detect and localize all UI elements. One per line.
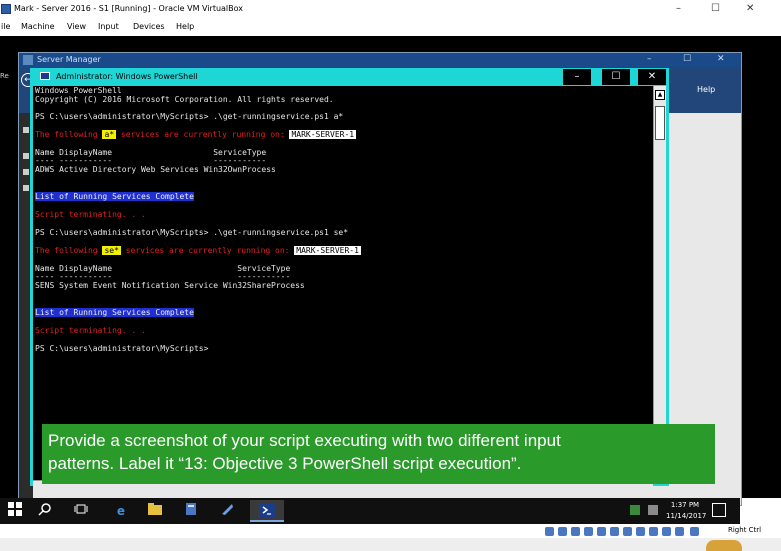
- vbox-status-bar: Right Ctrl: [0, 524, 781, 538]
- scroll-up-icon[interactable]: ▲: [655, 90, 665, 100]
- task-view-icon[interactable]: [70, 502, 92, 520]
- console-line: List of Running Services Complete: [35, 192, 194, 202]
- cpu-icon[interactable]: [649, 527, 658, 536]
- edge-label: Re: [0, 72, 9, 80]
- vbox-minimize-button[interactable]: –: [676, 3, 681, 14]
- hostname-highlight: MARK-SERVER-1: [289, 130, 357, 139]
- powershell-icon: [40, 72, 50, 80]
- menu-view[interactable]: View: [67, 22, 86, 31]
- display-icon[interactable]: [623, 527, 632, 536]
- windows-start-icon[interactable]: [4, 502, 26, 520]
- clock-date: 11/14/2017: [666, 512, 707, 520]
- annotation-line-1: Provide a screenshot of your script exec…: [48, 431, 561, 450]
- console-line: Script terminating. . .: [35, 326, 146, 335]
- console-prompt: PS C:\users\administrator\MyScripts>: [35, 344, 209, 353]
- hostname-highlight: MARK-SERVER-1: [294, 246, 361, 255]
- network-adapter-icon[interactable]: [584, 527, 593, 536]
- hard-disk-icon[interactable]: [545, 527, 554, 536]
- vbox-close-button[interactable]: ✕: [746, 3, 754, 14]
- taskbar-clock[interactable]: 1:37 PM 11/14/2017: [666, 500, 707, 522]
- sm-nav-item[interactable]: [23, 153, 29, 159]
- usb-icon[interactable]: [597, 527, 606, 536]
- menu-machine[interactable]: Machine: [21, 22, 55, 31]
- output-text: services are currently running on:: [116, 130, 290, 139]
- ps-close-button[interactable]: ✕: [638, 69, 666, 85]
- console-line: Copyright (C) 2016 Microsoft Corporation…: [35, 95, 334, 104]
- vbox-menu-bar: ile Machine View Input Devices Help: [0, 20, 781, 36]
- scroll-thumb[interactable]: [655, 106, 665, 140]
- sm-nav-item[interactable]: [23, 127, 29, 133]
- vbox-window-title: Mark - Server 2016 - S1 [Running] - Orac…: [14, 4, 244, 13]
- output-text: services are currently running on:: [120, 246, 295, 255]
- ps-maximize-button[interactable]: ☐: [602, 69, 630, 85]
- powershell-title: Administrator: Windows PowerShell: [56, 72, 198, 81]
- menu-help[interactable]: Help: [176, 22, 194, 31]
- assignment-annotation: Provide a screenshot of your script exec…: [42, 424, 715, 484]
- pattern-highlight: a*: [102, 130, 117, 139]
- sm-minimize-button[interactable]: –: [647, 54, 652, 64]
- console-line: Script terminating. . .: [35, 210, 146, 219]
- vbox-maximize-button[interactable]: ☐: [711, 3, 720, 14]
- server-manager-icon: [23, 55, 33, 65]
- server-manager-title-bar: Server Manager – ☐ ✕: [19, 53, 741, 67]
- output-text: The following: [35, 130, 103, 139]
- virtualbox-icon: [1, 4, 11, 14]
- console-line: List of Running Services Complete: [35, 308, 194, 318]
- search-icon[interactable]: [34, 502, 56, 520]
- powershell-vertical-scrollbar[interactable]: ▲ ▼: [653, 86, 666, 480]
- ps-minimize-button[interactable]: –: [563, 69, 591, 85]
- table-row: ADWS Active Directory Web Services Win32…: [35, 165, 276, 174]
- server-manager-title: Server Manager: [37, 55, 101, 64]
- recording-icon[interactable]: [636, 527, 645, 536]
- menu-input[interactable]: Input: [98, 22, 119, 31]
- keyboard-icon[interactable]: [675, 527, 684, 536]
- powershell-icon: [259, 504, 275, 517]
- sm-close-button[interactable]: ✕: [717, 54, 725, 64]
- output-text: The following: [35, 246, 103, 255]
- volume-icon[interactable]: [648, 505, 658, 515]
- audio-icon[interactable]: [571, 527, 580, 536]
- sm-nav-item[interactable]: [23, 185, 29, 191]
- optical-drive-icon[interactable]: [558, 527, 567, 536]
- sm-maximize-button[interactable]: ☐: [683, 54, 691, 64]
- mouse-integration-icon[interactable]: [662, 527, 671, 536]
- complete-highlight: List of Running Services Complete: [35, 308, 194, 317]
- desktop-bottom-strip: [0, 538, 781, 551]
- file-explorer-icon[interactable]: [144, 502, 166, 520]
- server-manager-icon[interactable]: [180, 502, 202, 520]
- console-command: PS C:\users\administrator\MyScripts> .\g…: [35, 112, 344, 121]
- sm-nav-item[interactable]: [23, 169, 29, 175]
- sm-help-menu[interactable]: Help: [697, 85, 715, 94]
- network-icon[interactable]: [630, 505, 640, 515]
- mascot-image: [706, 540, 742, 551]
- table-row: SENS System Event Notification Service W…: [35, 281, 305, 290]
- vbox-title-bar: Mark - Server 2016 - S1 [Running] - Orac…: [0, 0, 781, 20]
- console-line: The following se* services are currently…: [35, 246, 361, 256]
- windows-taskbar: e 1:37 PM 11/14/2017: [0, 498, 740, 524]
- shared-folder-icon[interactable]: [610, 527, 619, 536]
- complete-highlight: List of Running Services Complete: [35, 192, 194, 201]
- host-key-icon[interactable]: [690, 527, 699, 536]
- pattern-highlight: se*: [102, 246, 121, 255]
- powershell-title-bar: Administrator: Windows PowerShell – ☐ ✕: [30, 68, 669, 86]
- taskbar-powershell-active[interactable]: [250, 500, 284, 522]
- clock-time: 1:37 PM: [670, 501, 700, 509]
- console-command: PS C:\users\administrator\MyScripts> .\g…: [35, 228, 349, 237]
- console-line: The following a* services are currently …: [35, 130, 357, 140]
- annotation-line-2: patterns. Label it “13: Objective 3 Powe…: [48, 454, 522, 473]
- tool-icon[interactable]: [216, 502, 238, 520]
- edge-browser-icon[interactable]: e: [110, 502, 132, 520]
- menu-devices[interactable]: Devices: [133, 22, 165, 31]
- notification-icon[interactable]: [712, 503, 726, 517]
- powershell-console[interactable]: Windows PowerShell Copyright (C) 2016 Mi…: [33, 86, 653, 480]
- host-key-label: Right Ctrl: [728, 526, 762, 534]
- menu-file[interactable]: ile: [1, 22, 10, 31]
